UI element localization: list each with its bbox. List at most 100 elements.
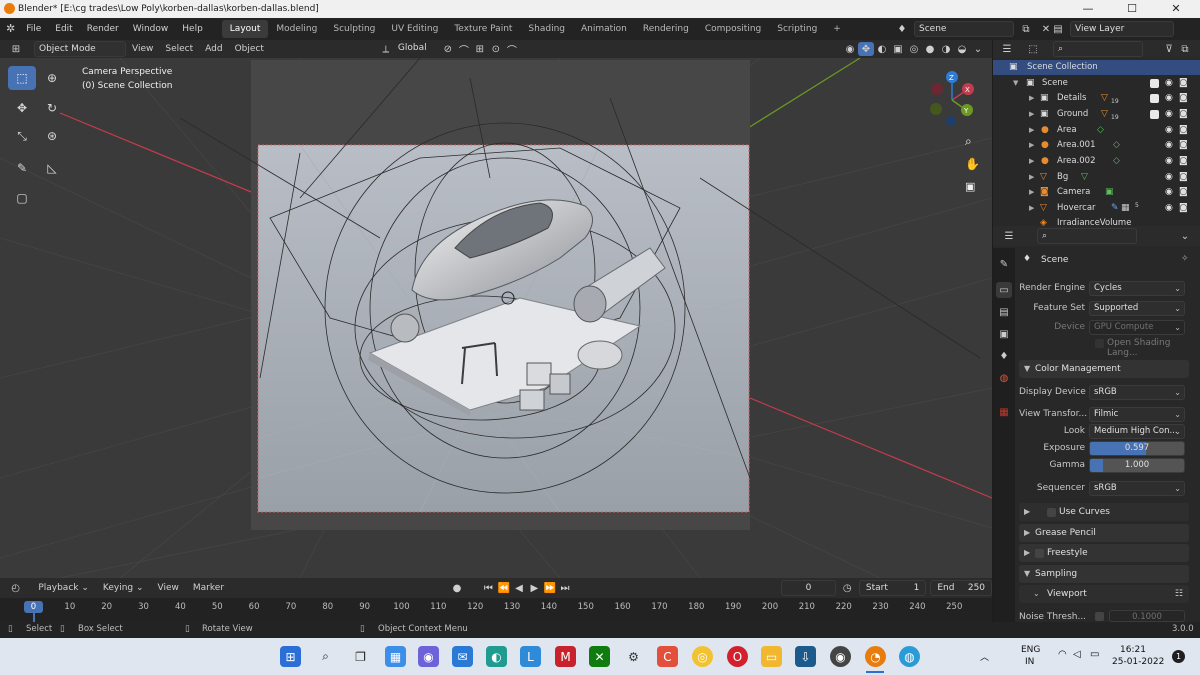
sampling-panel-header[interactable]: ▼ Sampling: [1019, 565, 1189, 583]
render-camera-icon[interactable]: ◙: [1179, 185, 1188, 200]
chat-icon[interactable]: ◉: [418, 646, 439, 667]
presentation-app-icon[interactable]: C: [657, 646, 678, 667]
visibility-eye-icon[interactable]: ◉: [1165, 154, 1173, 169]
blender-taskbar-icon[interactable]: ◔: [865, 646, 886, 667]
visibility-eye-icon[interactable]: ◉: [1165, 123, 1173, 138]
workspace-tab-scripting[interactable]: Scripting: [769, 20, 825, 38]
timeline-menu-keying[interactable]: Keying ⌄: [96, 577, 151, 599]
search-icon[interactable]: ⌕: [315, 646, 336, 667]
play-reverse-icon[interactable]: ◀: [511, 581, 526, 595]
timeline-menu-marker[interactable]: Marker: [186, 577, 231, 599]
list-icon[interactable]: ☷: [1175, 585, 1183, 603]
display-device-dropdown[interactable]: sRGB ⌄: [1089, 385, 1185, 400]
zoom-icon[interactable]: ⌕: [965, 134, 972, 149]
overlay-toggle-icon[interactable]: ◐: [874, 42, 890, 56]
menu-render[interactable]: Render: [80, 18, 126, 40]
record-keyframe-icon[interactable]: ●: [449, 581, 464, 595]
gizmo-toggle-icon[interactable]: ✥: [858, 42, 874, 56]
view-transform-dropdown[interactable]: Filmic ⌄: [1089, 407, 1185, 422]
osl-checkbox[interactable]: [1095, 339, 1104, 348]
tool-tab-icon[interactable]: ✎: [996, 256, 1012, 272]
expand-arrow[interactable]: ▶: [1029, 154, 1034, 169]
exclude-checkbox[interactable]: [1150, 110, 1159, 119]
xray-toggle-icon[interactable]: ▣: [890, 42, 906, 56]
select-tool-button[interactable]: ⬚: [8, 66, 36, 90]
texture-tab-icon[interactable]: ▦: [996, 404, 1012, 420]
notification-badge[interactable]: 1: [1172, 650, 1185, 663]
view-layer-tab-icon[interactable]: ▣: [996, 326, 1012, 342]
menu-edit[interactable]: Edit: [48, 18, 79, 40]
expand-arrow[interactable]: ▼: [1013, 76, 1018, 91]
outliner-row-area-002[interactable]: ▶ ● Area.002 ◇ ◉ ◙: [993, 154, 1200, 169]
feature-set-dropdown[interactable]: Supported ⌄: [1089, 301, 1185, 316]
outliner-row-area-001[interactable]: ▶ ● Area.001 ◇ ◉ ◙: [993, 138, 1200, 153]
solid-shading-icon[interactable]: ●: [922, 42, 938, 56]
gamma-slider[interactable]: 1.000: [1089, 458, 1185, 473]
workspace-tab-compositing[interactable]: Compositing: [697, 20, 769, 38]
file-explorer-icon[interactable]: ▭: [761, 646, 782, 667]
display-mode-icon[interactable]: ⬚: [1025, 42, 1041, 56]
workspace-tab-rendering[interactable]: Rendering: [635, 20, 697, 38]
visibility-icon[interactable]: ◉: [842, 42, 858, 56]
visibility-eye-icon[interactable]: ◉: [1165, 201, 1173, 216]
download-app-icon[interactable]: ⇩: [795, 646, 816, 667]
freestyle-checkbox[interactable]: [1035, 549, 1044, 558]
shading-options-icon[interactable]: ⌄: [970, 42, 986, 56]
viewport-menu-select[interactable]: Select: [159, 40, 199, 58]
grease-pencil-panel-header[interactable]: ▶ Grease Pencil: [1019, 524, 1189, 542]
workspace-tab-uv-editing[interactable]: UV Editing: [383, 20, 446, 38]
new-scene-icon[interactable]: ⧉: [1018, 22, 1034, 36]
visibility-eye-icon[interactable]: ◉: [1165, 107, 1173, 122]
edge-browser-icon[interactable]: ◐: [486, 646, 507, 667]
next-keyframe-icon[interactable]: ⏩: [542, 581, 557, 595]
render-camera-icon[interactable]: ◙: [1179, 170, 1188, 185]
globe-app-icon[interactable]: ◍: [899, 646, 920, 667]
blender-menu-icon[interactable]: ✲: [0, 18, 19, 40]
task-view-icon[interactable]: ❐: [350, 646, 371, 667]
chrome-browser-icon[interactable]: ◎: [692, 646, 713, 667]
snap-target-icon[interactable]: ⊞: [472, 42, 488, 56]
move-tool-button[interactable]: ✥: [8, 96, 36, 120]
outliner-row-bg[interactable]: ▶ ▽ Bg ▽ ◉ ◙: [993, 170, 1200, 185]
transform-orientation-selector[interactable]: Global: [394, 41, 440, 57]
workspace-tab-layout[interactable]: Layout: [221, 20, 269, 38]
visibility-eye-icon[interactable]: ◉: [1165, 170, 1173, 185]
playhead-frame-indicator[interactable]: 0: [24, 601, 43, 613]
snap-icon[interactable]: ⌒: [456, 42, 472, 57]
stopwatch-icon[interactable]: ◷: [840, 581, 855, 595]
world-tab-icon[interactable]: ◍: [996, 370, 1012, 386]
language-indicator[interactable]: ENG: [1021, 645, 1040, 655]
falloff-icon[interactable]: ⌒: [504, 42, 520, 57]
render-engine-dropdown[interactable]: Cycles ⌄: [1089, 281, 1185, 296]
wireframe-shading-icon[interactable]: ◎: [906, 42, 922, 56]
jump-start-icon[interactable]: ⏮: [481, 581, 496, 595]
render-tab-icon[interactable]: ▭: [996, 282, 1012, 298]
workspace-tab-sculpting[interactable]: Sculpting: [325, 20, 383, 38]
device-dropdown[interactable]: GPU Compute ⌄: [1089, 320, 1185, 335]
menu-file[interactable]: File: [19, 18, 48, 40]
expand-arrow[interactable]: ▶: [1029, 138, 1034, 153]
use-curves-checkbox[interactable]: [1047, 508, 1056, 517]
expand-arrow[interactable]: ▶: [1029, 107, 1034, 122]
mail-icon[interactable]: ✉: [452, 646, 473, 667]
viewport-sampling-subpanel[interactable]: ⌄ Viewport ☷: [1019, 585, 1189, 603]
view-layer-selector[interactable]: View Layer: [1070, 21, 1174, 37]
timeline-editor-icon[interactable]: ◴: [8, 581, 23, 595]
editor-type-icon[interactable]: ⊞: [8, 42, 24, 56]
mode-selector[interactable]: Object Mode: [34, 41, 126, 57]
windows-start-icon[interactable]: ⊞: [280, 646, 301, 667]
scene-tab-icon[interactable]: ♦: [996, 348, 1012, 364]
playhead-line[interactable]: [33, 613, 35, 622]
render-camera-icon[interactable]: ◙: [1179, 76, 1188, 91]
sequencer-dropdown[interactable]: sRGB ⌄: [1089, 481, 1185, 496]
current-frame-field[interactable]: 0: [781, 580, 836, 596]
pan-hand-icon[interactable]: ✋: [965, 157, 980, 171]
workspace-tab-modeling[interactable]: Modeling: [268, 20, 325, 38]
widgets-icon[interactable]: ▦: [385, 646, 406, 667]
expand-arrow[interactable]: ▶: [1029, 91, 1034, 106]
workspace-tab-texture-paint[interactable]: Texture Paint: [446, 20, 520, 38]
annotate-tool-button[interactable]: ✎: [8, 156, 36, 180]
visibility-eye-icon[interactable]: ◉: [1165, 91, 1173, 106]
lync-icon[interactable]: L: [520, 646, 541, 667]
filter-icon[interactable]: ⊽: [1161, 42, 1177, 56]
